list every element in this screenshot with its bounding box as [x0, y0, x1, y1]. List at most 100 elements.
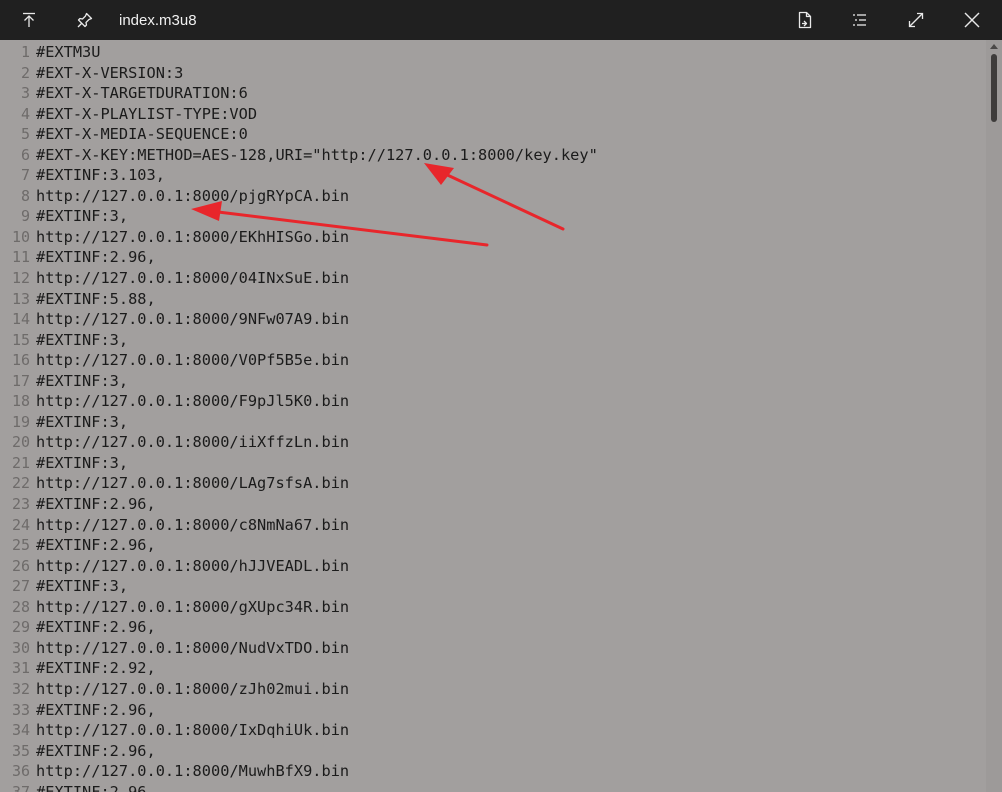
scroll-to-top-button[interactable]	[7, 0, 51, 40]
editor-line[interactable]: 28 http://127.0.0.1:8000/gXUpc34R.bin	[0, 597, 975, 618]
editor-line[interactable]: 14 http://127.0.0.1:8000/9NFw07A9.bin	[0, 309, 975, 330]
line-text[interactable]: #EXTINF:3,	[36, 206, 128, 227]
expand-icon	[908, 12, 924, 28]
line-number: 12	[11, 269, 30, 288]
editor-line[interactable]: 7 #EXTINF:3.103,	[0, 165, 975, 186]
line-text[interactable]: http://127.0.0.1:8000/zJh02mui.bin	[36, 679, 349, 700]
pin-icon	[77, 12, 93, 28]
editor-line[interactable]: 20 http://127.0.0.1:8000/iiXffzLn.bin	[0, 432, 975, 453]
editor-line[interactable]: 24 http://127.0.0.1:8000/c8NmNa67.bin	[0, 515, 975, 536]
editor-line[interactable]: 36 http://127.0.0.1:8000/MuwhBfX9.bin	[0, 761, 975, 782]
line-text[interactable]: http://127.0.0.1:8000/pjgRYpCA.bin	[36, 186, 349, 207]
line-text[interactable]: #EXTINF:2.96,	[36, 494, 156, 515]
editor-line[interactable]: 22 http://127.0.0.1:8000/LAg7sfsA.bin	[0, 473, 975, 494]
line-text[interactable]: #EXTINF:3,	[36, 371, 128, 392]
editor-line[interactable]: 25 #EXTINF:2.96,	[0, 535, 975, 556]
line-number: 4	[20, 104, 30, 123]
line-text[interactable]: #EXTINF:3,	[36, 576, 128, 597]
editor-line[interactable]: 4 #EXT-X-PLAYLIST-TYPE:VOD	[0, 104, 975, 125]
editor-line[interactable]: 9 #EXTINF:3,	[0, 206, 975, 227]
close-button[interactable]	[950, 0, 994, 40]
editor-line[interactable]: 31 #EXTINF:2.92,	[0, 658, 975, 679]
editor-line[interactable]: 35 #EXTINF:2.96,	[0, 741, 975, 762]
line-text[interactable]: #EXTINF:2.96,	[36, 535, 156, 556]
line-text[interactable]: #EXT-X-VERSION:3	[36, 63, 183, 84]
editor-line[interactable]: 21 #EXTINF:3,	[0, 453, 975, 474]
vertical-scrollbar[interactable]	[986, 40, 1002, 792]
editor-line[interactable]: 16 http://127.0.0.1:8000/V0Pf5B5e.bin	[0, 350, 975, 371]
open-file-button[interactable]	[783, 0, 827, 40]
editor-line[interactable]: 37 #EXTINF:2.96,	[0, 782, 975, 792]
scrollbar-thumb[interactable]	[991, 54, 997, 122]
editor-line[interactable]: 17 #EXTINF:3,	[0, 371, 975, 392]
editor-line[interactable]: 26 http://127.0.0.1:8000/hJJVEADL.bin	[0, 556, 975, 577]
editor-line[interactable]: 23 #EXTINF:2.96,	[0, 494, 975, 515]
line-number: 11	[11, 248, 30, 267]
editor-line[interactable]: 6 #EXT-X-KEY:METHOD=AES-128,URI="http://1…	[0, 145, 975, 166]
editor-line[interactable]: 18 http://127.0.0.1:8000/F9pJl5K0.bin	[0, 391, 975, 412]
line-text[interactable]: http://127.0.0.1:8000/F9pJl5K0.bin	[36, 391, 349, 412]
line-text[interactable]: #EXT-X-PLAYLIST-TYPE:VOD	[36, 104, 257, 125]
editor-line[interactable]: 3 #EXT-X-TARGETDURATION:6	[0, 83, 975, 104]
line-number: 35	[11, 741, 30, 760]
line-number: 32	[11, 679, 30, 698]
editor-lines: 1 #EXTM3U 2 #EXT-X-VERSION:3 3 #EXT-X-TARGETD…	[0, 42, 975, 792]
line-text[interactable]: #EXTM3U	[36, 42, 100, 63]
line-text[interactable]: #EXTINF:2.96,	[36, 247, 156, 268]
line-text[interactable]: #EXTINF:3,	[36, 412, 128, 433]
editor-line[interactable]: 32 http://127.0.0.1:8000/zJh02mui.bin	[0, 679, 975, 700]
editor-line[interactable]: 1 #EXTM3U	[0, 42, 975, 63]
line-text[interactable]: #EXTINF:3,	[36, 453, 128, 474]
line-text[interactable]: #EXTINF:3,	[36, 330, 128, 351]
line-text[interactable]: http://127.0.0.1:8000/EKhHISGo.bin	[36, 227, 349, 248]
editor-line[interactable]: 10 http://127.0.0.1:8000/EKhHISGo.bin	[0, 227, 975, 248]
line-text[interactable]: http://127.0.0.1:8000/c8NmNa67.bin	[36, 515, 349, 536]
line-text[interactable]: #EXTINF:2.96,	[36, 741, 156, 762]
line-text[interactable]: http://127.0.0.1:8000/9NFw07A9.bin	[36, 309, 349, 330]
editor-line[interactable]: 29 #EXTINF:2.96,	[0, 617, 975, 638]
line-text[interactable]: #EXTINF:2.96,	[36, 700, 156, 721]
editor-line[interactable]: 12 http://127.0.0.1:8000/04INxSuE.bin	[0, 268, 975, 289]
line-text[interactable]: #EXTINF:5.88,	[36, 289, 156, 310]
editor-line[interactable]: 19 #EXTINF:3,	[0, 412, 975, 433]
line-text[interactable]: #EXTINF:3.103,	[36, 165, 165, 186]
editor-line[interactable]: 11 #EXTINF:2.96,	[0, 247, 975, 268]
line-text[interactable]: http://127.0.0.1:8000/MuwhBfX9.bin	[36, 761, 349, 782]
editor-line[interactable]: 27 #EXTINF:3,	[0, 576, 975, 597]
line-text[interactable]: http://127.0.0.1:8000/04INxSuE.bin	[36, 268, 349, 289]
line-number: 5	[20, 125, 30, 144]
line-text[interactable]: http://127.0.0.1:8000/iiXffzLn.bin	[36, 432, 349, 453]
editor-line[interactable]: 13 #EXTINF:5.88,	[0, 289, 975, 310]
text-editor[interactable]: 1 #EXTM3U 2 #EXT-X-VERSION:3 3 #EXT-X-TARGETD…	[0, 40, 1002, 792]
line-number: 30	[11, 638, 30, 657]
editor-line[interactable]: 30 http://127.0.0.1:8000/NudVxTDO.bin	[0, 638, 975, 659]
line-text[interactable]: #EXT-X-TARGETDURATION:6	[36, 83, 248, 104]
line-text[interactable]: http://127.0.0.1:8000/V0Pf5B5e.bin	[36, 350, 349, 371]
line-text[interactable]: #EXTINF:2.92,	[36, 658, 156, 679]
editor-line[interactable]: 15 #EXTINF:3,	[0, 330, 975, 351]
line-number: 25	[11, 536, 30, 555]
line-text[interactable]: #EXT-X-KEY:METHOD=AES-128,URI="http://12…	[36, 145, 598, 166]
line-number: 34	[11, 721, 30, 740]
line-number: 23	[11, 495, 30, 514]
line-text[interactable]: http://127.0.0.1:8000/LAg7sfsA.bin	[36, 473, 349, 494]
line-text[interactable]: http://127.0.0.1:8000/hJJVEADL.bin	[36, 556, 349, 577]
pin-button[interactable]	[63, 0, 107, 40]
window-title: index.m3u8	[119, 12, 197, 29]
line-text[interactable]: #EXTINF:2.96,	[36, 617, 156, 638]
editor-line[interactable]: 5 #EXT-X-MEDIA-SEQUENCE:0	[0, 124, 975, 145]
expand-button[interactable]	[894, 0, 938, 40]
editor-line[interactable]: 8 http://127.0.0.1:8000/pjgRYpCA.bin	[0, 186, 975, 207]
editor-line[interactable]: 33 #EXTINF:2.96,	[0, 700, 975, 721]
line-text[interactable]: #EXT-X-MEDIA-SEQUENCE:0	[36, 124, 248, 145]
line-text[interactable]: http://127.0.0.1:8000/gXUpc34R.bin	[36, 597, 349, 618]
scroll-up-arrow-icon[interactable]	[990, 44, 998, 49]
line-number: 7	[20, 166, 30, 185]
editor-line[interactable]: 34 http://127.0.0.1:8000/IxDqhiUk.bin	[0, 720, 975, 741]
editor-line[interactable]: 2 #EXT-X-VERSION:3	[0, 63, 975, 84]
line-text[interactable]: #EXTINF:2.96,	[36, 782, 156, 792]
list-button[interactable]	[838, 0, 882, 40]
line-number: 29	[11, 618, 30, 637]
line-text[interactable]: http://127.0.0.1:8000/IxDqhiUk.bin	[36, 720, 349, 741]
line-text[interactable]: http://127.0.0.1:8000/NudVxTDO.bin	[36, 638, 349, 659]
